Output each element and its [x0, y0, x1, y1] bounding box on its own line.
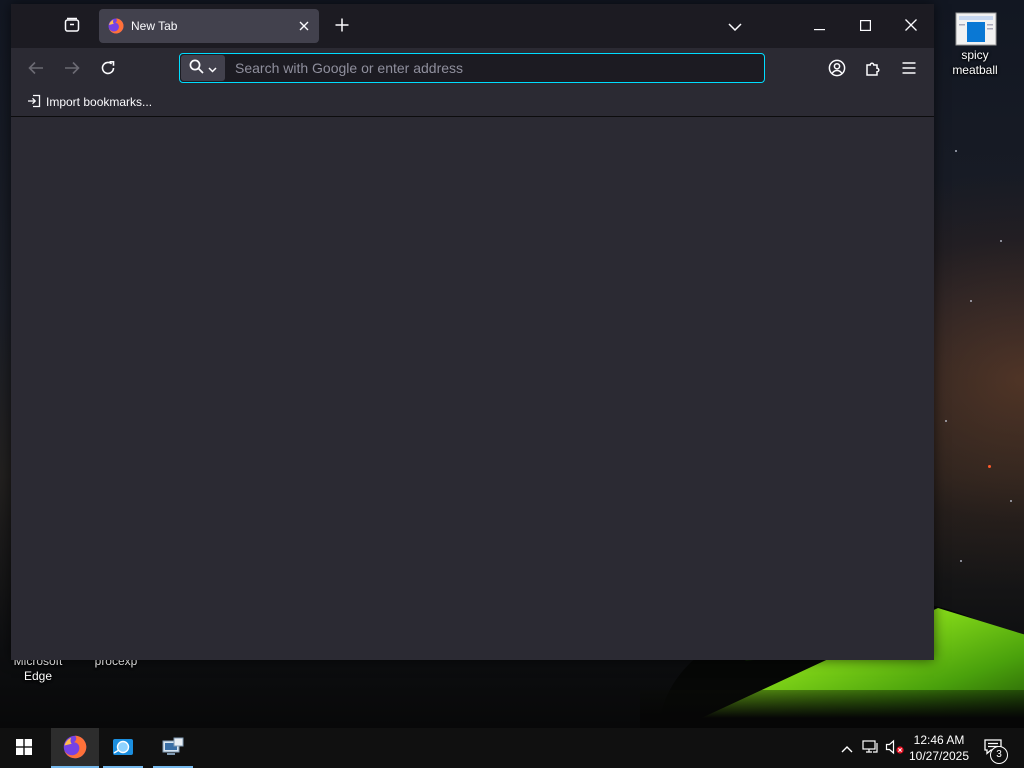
- arrow-left-icon: [28, 61, 44, 78]
- address-bar[interactable]: [179, 53, 765, 83]
- tab-title: New Tab: [131, 19, 178, 33]
- back-button[interactable]: [21, 54, 51, 84]
- window-close-button[interactable]: [888, 4, 934, 48]
- ie-icon: [111, 735, 135, 762]
- reload-button[interactable]: [93, 54, 123, 84]
- tab-new-tab[interactable]: New Tab: [99, 9, 319, 43]
- search-icon: [189, 59, 204, 77]
- windows-logo-icon: [16, 738, 32, 758]
- navigation-toolbar: [11, 48, 934, 88]
- chevron-down-icon: [728, 19, 742, 34]
- close-icon: [299, 19, 309, 34]
- close-icon: [905, 18, 917, 34]
- taskbar-app-network[interactable]: [149, 728, 197, 768]
- taskbar-clock[interactable]: 12:46 AM 10/27/2025: [904, 732, 974, 764]
- show-hidden-icons-button[interactable]: [835, 728, 859, 768]
- list-all-tabs-button[interactable]: [720, 12, 750, 40]
- taskbar-app-firefox[interactable]: [51, 728, 99, 768]
- bookmarks-toolbar: Import bookmarks...: [11, 88, 934, 117]
- import-icon: [27, 94, 41, 111]
- new-tab-content[interactable]: [11, 117, 934, 660]
- chevron-up-icon: [841, 741, 853, 756]
- browser-window: New Tab Search with Google or enter addr…: [11, 4, 934, 660]
- firefox-view-icon: [63, 16, 81, 37]
- import-bookmarks-label: Import bookmarks...: [46, 95, 153, 109]
- maximize-button[interactable]: [842, 4, 888, 48]
- firefox-icon: [108, 18, 124, 34]
- account-icon: [828, 59, 846, 80]
- forward-button[interactable]: [57, 54, 87, 84]
- address-input[interactable]: [233, 55, 764, 81]
- document-icon: [955, 12, 997, 46]
- titlebar: New Tab: [11, 4, 934, 48]
- network-tray-button[interactable]: [859, 728, 883, 768]
- clock-time: 12:46 AM: [913, 733, 965, 747]
- tab-close-button[interactable]: [293, 15, 315, 37]
- start-button[interactable]: [0, 728, 48, 768]
- account-button[interactable]: [822, 54, 852, 84]
- minimize-button[interactable]: [796, 4, 842, 48]
- extensions-button[interactable]: [858, 54, 888, 84]
- clock-date: 10/27/2025: [908, 749, 970, 763]
- notification-count-badge: 3: [990, 746, 1008, 764]
- desktop-icon-spicy-meatball[interactable]: spicy meatball: [937, 12, 1013, 78]
- desktop-icon-label: spicy meatball: [952, 48, 998, 77]
- reload-icon: [100, 60, 116, 79]
- minimize-icon: [813, 19, 825, 34]
- search-engine-selector[interactable]: [181, 55, 225, 81]
- network-app-icon: [161, 735, 185, 762]
- hamburger-menu-icon: [902, 61, 916, 77]
- arrow-right-icon: [64, 61, 80, 78]
- taskbar-app-ie[interactable]: [99, 728, 147, 768]
- firefox-icon: [63, 735, 87, 762]
- new-tab-button[interactable]: [327, 12, 357, 40]
- puzzle-icon: [864, 59, 882, 80]
- volume-muted-icon: [885, 739, 905, 758]
- chevron-down-icon: [208, 61, 217, 76]
- network-icon: [862, 739, 880, 758]
- taskbar: 12:46 AM 10/27/2025 3: [0, 728, 1024, 768]
- app-menu-button[interactable]: [894, 54, 924, 84]
- firefox-view-button[interactable]: [57, 12, 87, 40]
- maximize-icon: [859, 19, 871, 34]
- import-bookmarks-button[interactable]: Import bookmarks...: [23, 92, 156, 112]
- plus-icon: [335, 18, 349, 35]
